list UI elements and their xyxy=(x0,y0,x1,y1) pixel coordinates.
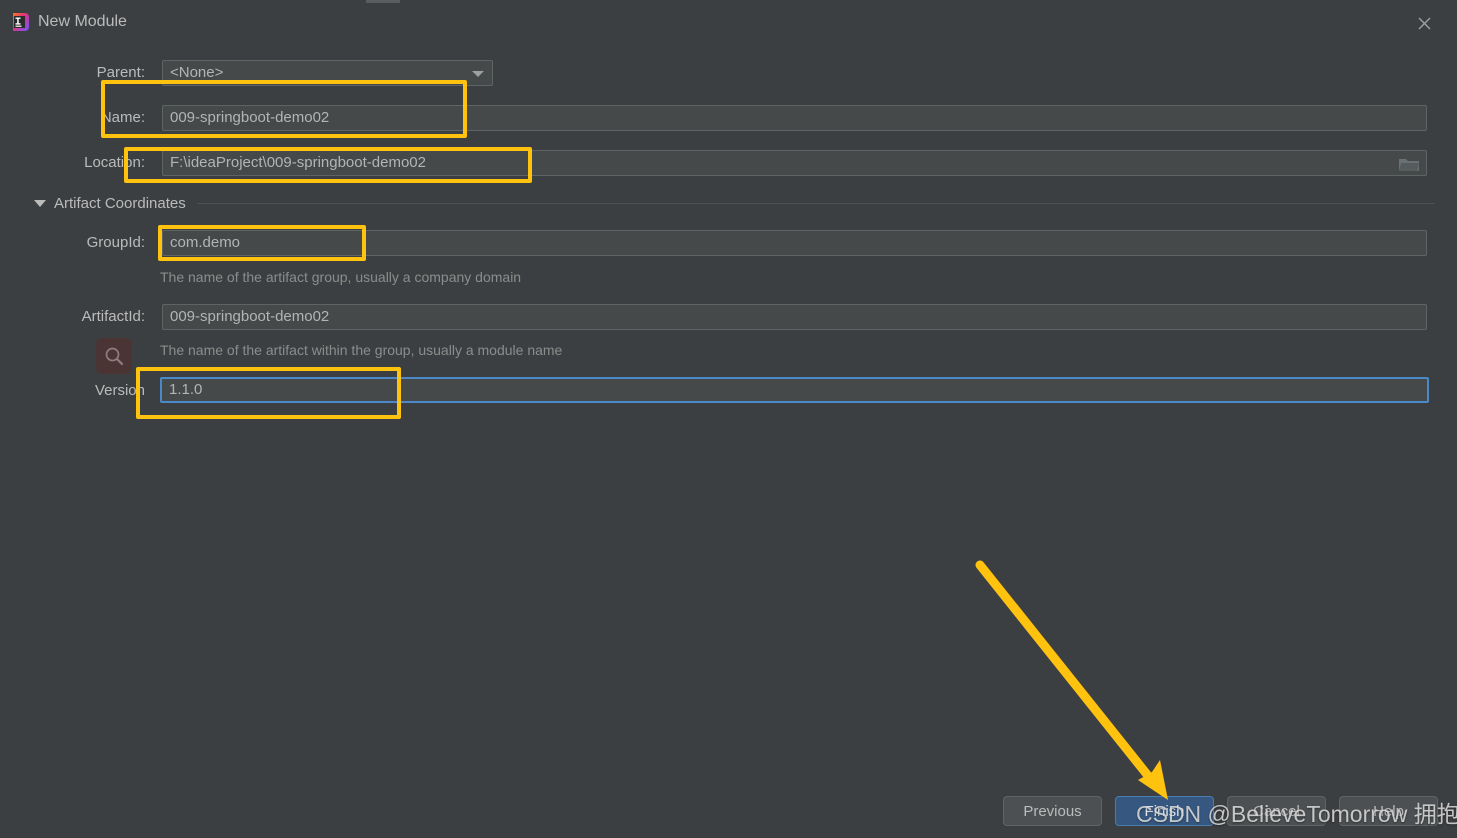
new-module-dialog: New Module Parent: <None> Name: 009-spri… xyxy=(0,0,1457,838)
artifact-coordinates-section-header[interactable]: Artifact Coordinates xyxy=(34,193,1434,213)
previous-button[interactable]: Previous xyxy=(1003,796,1102,826)
name-input[interactable]: 009-springboot-demo02 xyxy=(162,105,1427,131)
groupid-helper-text: The name of the artifact group, usually … xyxy=(160,269,522,285)
artifactid-input[interactable]: 009-springboot-demo02 xyxy=(162,304,1427,330)
close-icon[interactable] xyxy=(1403,10,1445,36)
location-input[interactable]: F:\ideaProject\009-springboot-demo02 xyxy=(162,150,1427,176)
intellij-idea-icon xyxy=(10,12,30,32)
parent-label: Parent: xyxy=(96,64,145,81)
name-label: Name: xyxy=(100,109,145,126)
version-input[interactable]: 1.1.0 xyxy=(160,377,1429,403)
version-label: Version xyxy=(94,382,145,399)
triangle-down-icon xyxy=(34,199,46,207)
parent-combobox[interactable]: <None> xyxy=(162,60,493,86)
location-label: Location: xyxy=(84,154,145,171)
artifactid-label: ArtifactId: xyxy=(81,308,145,325)
folder-icon[interactable] xyxy=(1398,155,1420,173)
artifactid-helper-text: The name of the artifact within the grou… xyxy=(160,342,563,358)
chevron-down-icon xyxy=(472,71,484,77)
window-top-strip-highlight xyxy=(366,0,400,3)
parent-value: <None> xyxy=(170,64,224,81)
search-icon[interactable] xyxy=(96,338,132,374)
artifact-coordinates-label: Artifact Coordinates xyxy=(54,194,186,212)
section-divider xyxy=(197,202,1434,204)
window-title: New Module xyxy=(38,13,127,30)
title-bar: New Module xyxy=(0,4,1457,38)
groupid-input[interactable]: com.demo xyxy=(162,230,1427,256)
csdn-watermark: CSDN @BelieveTomorrow 拥抱未来 xyxy=(1136,801,1457,827)
groupid-label: GroupId: xyxy=(86,234,145,251)
